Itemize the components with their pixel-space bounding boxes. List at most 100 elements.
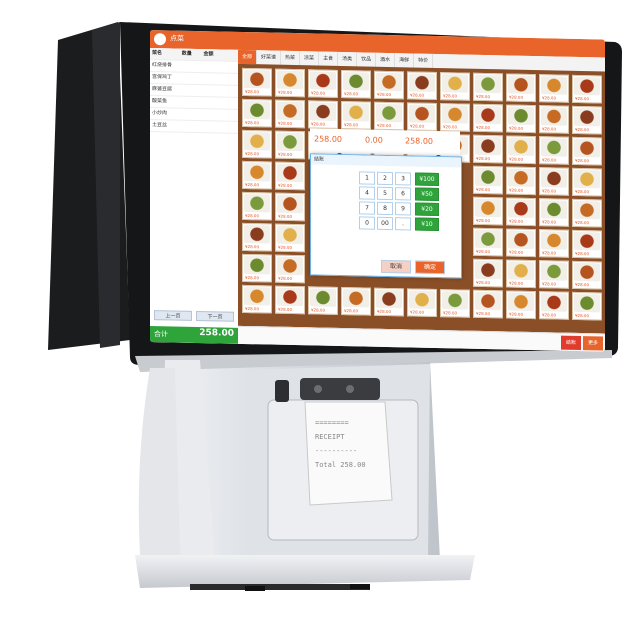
dish-tile[interactable]: ¥28.00 [242,284,272,314]
dish-tile[interactable]: ¥28.00 [572,74,602,104]
dish-tile[interactable]: ¥28.00 [473,227,503,257]
quick-amount-key[interactable]: ¥10 [415,217,439,232]
dish-tile[interactable]: ¥28.00 [242,160,272,190]
dish-tile[interactable]: ¥28.00 [506,73,536,103]
keypad-key[interactable]: 2 [377,171,393,186]
dish-tile[interactable]: ¥28.00 [506,290,536,320]
dish-tile[interactable]: ¥28.00 [506,135,536,165]
keypad-key[interactable]: 1 [359,171,375,185]
dish-tile[interactable]: ¥28.00 [539,229,569,258]
tab-category[interactable]: 海鲜 [395,53,415,68]
dish-tile[interactable]: ¥28.00 [506,228,536,258]
dish-tile[interactable]: ¥28.00 [506,104,536,134]
dish-tile[interactable]: ¥28.00 [308,286,338,315]
dish-tile[interactable]: ¥28.00 [407,288,437,318]
base [135,555,475,588]
keypad-key[interactable]: 8 [377,201,393,216]
dish-tile[interactable]: ¥28.00 [473,289,503,319]
tab-category[interactable]: 主食 [319,51,339,66]
keypad-key[interactable]: 5 [377,186,393,201]
dish-tile[interactable]: ¥28.00 [308,100,338,129]
dish-price: ¥28.00 [542,281,556,287]
confirm-button[interactable]: 确定 [415,260,445,275]
dish-tile[interactable]: ¥28.00 [341,287,371,316]
dish-tile[interactable]: ¥28.00 [275,223,305,253]
cancel-button[interactable]: 取消 [381,259,411,274]
dish-tile[interactable]: ¥28.00 [539,74,569,103]
dish-tile[interactable]: ¥28.00 [506,259,536,289]
dish-tile[interactable]: ¥28.00 [275,254,305,284]
dish-tile[interactable]: ¥28.00 [407,71,437,101]
dish-tile[interactable]: ¥28.00 [242,98,272,128]
tab-category[interactable]: 凉菜 [300,51,320,66]
dish-tile[interactable]: ¥28.00 [275,285,305,315]
dish-tile[interactable]: ¥28.00 [539,167,569,196]
quick-amount-key[interactable]: ¥20 [415,202,439,217]
dish-tile[interactable]: ¥28.00 [473,196,503,226]
keypad-key[interactable]: . [395,217,411,231]
dish-tile[interactable]: ¥28.00 [539,105,569,134]
tab-category[interactable]: 汤类 [338,51,358,67]
tab-category[interactable]: 热菜 [281,50,301,66]
dish-tile[interactable]: ¥28.00 [242,222,272,252]
dish-tile[interactable]: ¥28.00 [572,260,602,290]
dish-tile[interactable]: ¥28.00 [341,70,371,99]
keypad-key[interactable]: 00 [377,216,393,231]
dish-tile[interactable]: ¥28.00 [473,165,503,195]
keypad-key[interactable]: 3 [395,172,411,186]
dish-tile[interactable]: ¥28.00 [473,134,503,164]
dish-tile[interactable]: ¥28.00 [506,197,536,227]
quick-amount-key[interactable]: ¥100 [415,172,439,187]
dish-tile[interactable]: ¥28.00 [374,70,404,100]
next-page-button[interactable]: 下一页 [196,310,234,322]
more-button[interactable]: 更多 [583,336,603,351]
dish-tile[interactable]: ¥28.00 [539,291,569,320]
dish-tile[interactable]: ¥28.00 [473,72,503,102]
dish-tile[interactable]: ¥28.00 [572,105,602,135]
dish-tile[interactable]: ¥28.00 [572,136,602,166]
order-row[interactable]: 土豆丝 [150,120,238,134]
dish-tile[interactable]: ¥28.00 [572,198,602,228]
dish-tile[interactable]: ¥28.00 [473,258,503,288]
dish-photo [244,131,270,151]
dish-tile[interactable]: ¥28.00 [572,229,602,259]
dish-tile[interactable]: ¥28.00 [275,99,305,129]
dish-tile[interactable]: ¥28.00 [440,72,470,101]
prev-page-button[interactable]: 上一页 [154,310,192,321]
dish-tile[interactable]: ¥28.00 [341,101,371,130]
dish-photo [475,198,501,218]
checkout-button[interactable]: 结账 [561,335,581,351]
dish-tile[interactable]: ¥28.00 [275,161,305,191]
dish-tile[interactable]: ¥28.00 [440,103,470,132]
tab-category[interactable]: 饮品 [357,52,377,67]
dish-tile[interactable]: ¥28.00 [242,191,272,221]
dish-tile[interactable]: ¥28.00 [308,69,338,98]
dish-tile[interactable]: ¥28.00 [275,192,305,222]
keypad-key[interactable]: 7 [359,201,375,215]
dish-tile[interactable]: ¥28.00 [275,68,305,98]
dish-tile[interactable]: ¥28.00 [374,101,404,131]
dish-tile[interactable]: ¥28.00 [242,253,272,283]
dish-tile[interactable]: ¥28.00 [539,198,569,227]
tab-category[interactable]: 特价 [414,53,434,68]
keypad-key[interactable]: 0 [359,216,375,230]
tab-category[interactable]: 酒水 [376,52,396,68]
quick-amount-key[interactable]: ¥50 [415,187,439,202]
keypad-key[interactable]: 6 [395,187,411,201]
tab-category[interactable]: 全部 [238,49,258,65]
dish-tile[interactable]: ¥28.00 [242,129,272,159]
dish-tile[interactable]: ¥28.00 [506,166,536,196]
dish-tile[interactable]: ¥28.00 [572,291,602,321]
dish-tile[interactable]: ¥28.00 [407,102,437,132]
dish-tile[interactable]: ¥28.00 [572,167,602,197]
dish-tile[interactable]: ¥28.00 [242,67,272,97]
dish-tile[interactable]: ¥28.00 [539,260,569,289]
dish-tile[interactable]: ¥28.00 [539,136,569,165]
dish-tile[interactable]: ¥28.00 [275,130,305,160]
dish-tile[interactable]: ¥28.00 [440,289,470,318]
dish-tile[interactable]: ¥28.00 [473,103,503,133]
keypad-key[interactable]: 4 [359,186,375,200]
keypad-key[interactable]: 9 [395,202,411,216]
dish-tile[interactable]: ¥28.00 [374,287,404,317]
tab-category[interactable]: 好菜谱 [257,50,282,65]
